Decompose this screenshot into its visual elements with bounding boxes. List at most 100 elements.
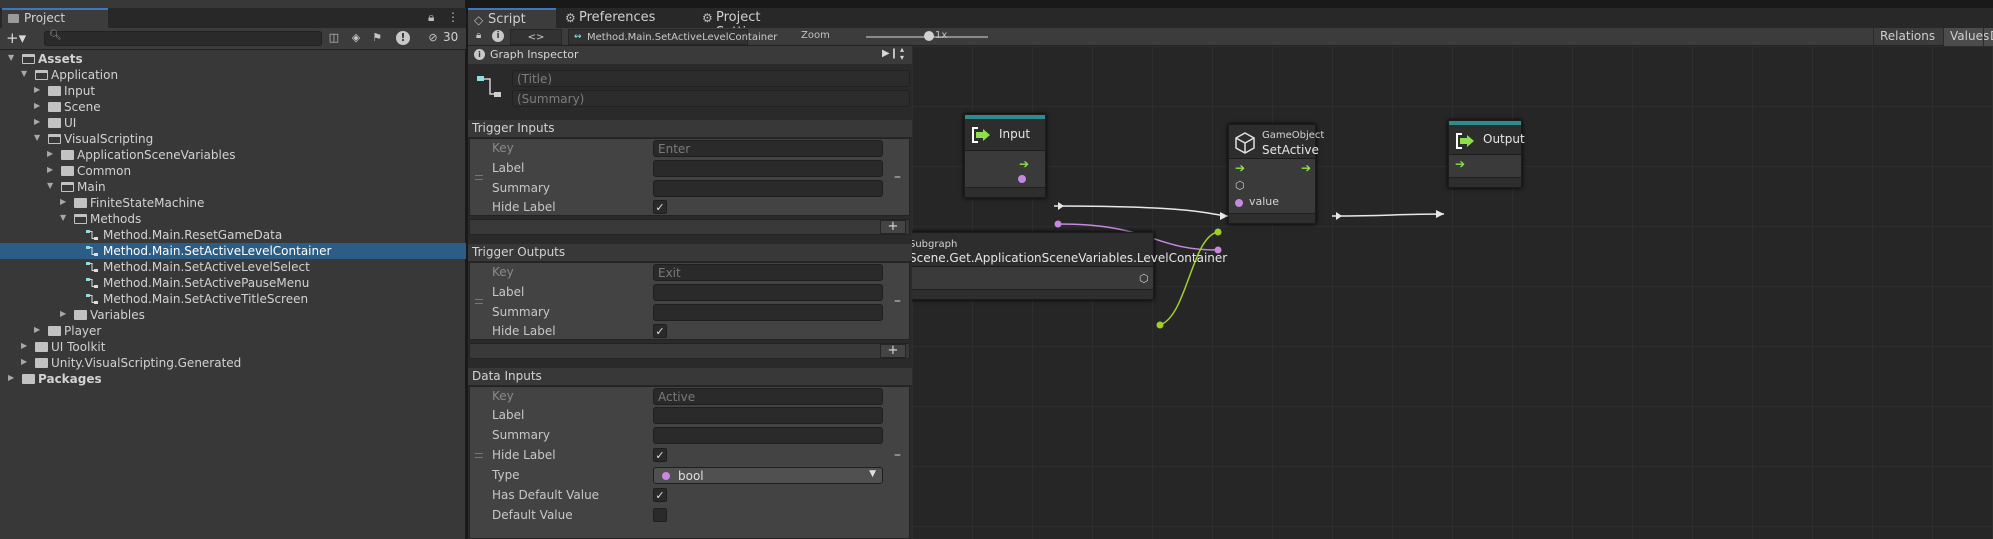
tree-item[interactable]: ▶ FiniteStateMachine: [0, 195, 466, 211]
summary-field[interactable]: [653, 427, 883, 444]
control-input-port-icon[interactable]: ➔: [1455, 157, 1465, 171]
hidden-packages-icon[interactable]: ⊘: [426, 31, 440, 45]
collapsed-arrow-icon[interactable]: ▶: [21, 357, 27, 366]
trigger-outputs-header[interactable]: Trigger Outputs: [468, 244, 912, 262]
expanded-arrow-icon[interactable]: ▼: [8, 53, 14, 62]
info-icon[interactable]: !: [396, 31, 410, 45]
tab-project-settings[interactable]: ⚙Project Settings: [696, 8, 816, 40]
value-output-port[interactable]: [1018, 175, 1026, 183]
inspector-toggle-icon[interactable]: i: [492, 30, 504, 42]
graph-canvas[interactable]: Input ➔ GameObject SetActive ➔ ➔ ⬡ value…: [912, 46, 1993, 539]
tree-item[interactable]: Method.Main.SetActiveLevelSelect: [0, 259, 466, 275]
label-field[interactable]: [653, 284, 883, 301]
create-button[interactable]: +▾: [6, 30, 26, 46]
label-field[interactable]: [653, 160, 883, 177]
subgraph-node[interactable]: Subgraph Scene.Get.ApplicationSceneVaria…: [912, 232, 1227, 300]
tree-item[interactable]: ▶ Variables: [0, 307, 466, 323]
drag-handle-icon[interactable]: [475, 453, 483, 458]
add-trigger-output-button[interactable]: +: [880, 344, 906, 358]
tab-project[interactable]: Project: [2, 8, 108, 28]
tree-item[interactable]: ▶ Player: [0, 323, 466, 339]
collapsed-arrow-icon[interactable]: ▶: [47, 149, 53, 158]
key-field[interactable]: Enter: [653, 140, 883, 157]
tree-item[interactable]: ▼ Main: [0, 179, 466, 195]
collapsed-arrow-icon[interactable]: ▶: [34, 325, 40, 334]
collapsed-arrow-icon[interactable]: ▶: [34, 101, 40, 110]
key-field[interactable]: Active: [653, 388, 883, 405]
filter-by-type-icon[interactable]: ◈: [349, 31, 363, 45]
tree-item[interactable]: ▶ UI Toolkit: [0, 339, 466, 355]
graph-title-field[interactable]: (Title): [512, 70, 910, 87]
remove-item-button[interactable]: –: [894, 169, 901, 185]
expanded-arrow-icon[interactable]: ▼: [60, 213, 66, 222]
tree-item[interactable]: ▼ Assets: [0, 51, 466, 67]
tab-script-graph[interactable]: ◇Script Graph: [468, 8, 556, 42]
collapse-icon[interactable]: ▶❙: [882, 48, 898, 59]
default-value-checkbox[interactable]: [653, 508, 667, 522]
control-output-port-icon[interactable]: ➔: [1301, 161, 1311, 175]
lock-icon[interactable]: 🔒︎: [428, 10, 434, 25]
collapsed-arrow-icon[interactable]: ▶: [21, 341, 27, 350]
more-menu-icon[interactable]: ⋮: [447, 10, 459, 24]
remove-item-button[interactable]: –: [894, 447, 901, 463]
tree-item[interactable]: ▼ Methods: [0, 211, 466, 227]
tree-item[interactable]: ▶ Common: [0, 163, 466, 179]
drag-handle-icon[interactable]: [475, 175, 483, 180]
tree-item[interactable]: ▶ Unity.VisualScripting.Generated: [0, 355, 466, 371]
scroll-arrows-icon[interactable]: ▴ ▾: [900, 46, 904, 62]
collapsed-arrow-icon[interactable]: ▶: [60, 197, 66, 206]
tree-item[interactable]: ▼ VisualScripting: [0, 131, 466, 147]
has-default-value-checkbox[interactable]: ✓: [653, 488, 667, 502]
tab-d[interactable]: D: [1983, 28, 1993, 46]
gameobject-output-port-icon[interactable]: ⬡: [1139, 272, 1149, 285]
expanded-arrow-icon[interactable]: ▼: [47, 181, 53, 190]
hide-label-checkbox[interactable]: ✓: [653, 448, 667, 462]
collapsed-arrow-icon[interactable]: ▶: [34, 85, 40, 94]
tab-preferences[interactable]: ⚙ Preferences: [559, 8, 655, 28]
trigger-inputs-header[interactable]: Trigger Inputs: [468, 120, 912, 138]
output-unit-icon: [1456, 133, 1474, 149]
collapsed-arrow-icon[interactable]: ▶: [60, 309, 66, 318]
tab-relations[interactable]: Relations: [1873, 28, 1941, 46]
collapsed-arrow-icon[interactable]: ▶: [8, 373, 14, 382]
tree-item[interactable]: ▶ Scene: [0, 99, 466, 115]
type-dropdown[interactable]: bool ▼: [653, 467, 883, 484]
add-trigger-input-button[interactable]: +: [880, 220, 906, 234]
overview-button[interactable]: <>: [510, 29, 562, 45]
summary-field[interactable]: [653, 180, 883, 197]
value-input-port[interactable]: [1235, 199, 1243, 207]
input-node[interactable]: Input ➔: [964, 114, 1046, 198]
breadcrumb[interactable]: ↭ Method.Main.SetActiveLevelContainer: [568, 29, 777, 45]
tree-item[interactable]: ▶ Packages: [0, 371, 466, 387]
tree-item[interactable]: Method.Main.ResetGameData: [0, 227, 466, 243]
tree-item[interactable]: ▶ ApplicationSceneVariables: [0, 147, 466, 163]
expanded-arrow-icon[interactable]: ▼: [21, 69, 27, 78]
filter-by-label-icon[interactable]: ⚑: [370, 31, 384, 45]
search-by-scene-icon[interactable]: ◫: [327, 31, 341, 45]
search-input[interactable]: 🔍︎: [44, 30, 322, 46]
tree-item[interactable]: Method.Main.SetActivePauseMenu: [0, 275, 466, 291]
tree-item[interactable]: Method.Main.SetActiveTitleScreen: [0, 291, 466, 307]
label-field[interactable]: [653, 407, 883, 424]
remove-item-button[interactable]: –: [894, 293, 901, 309]
collapsed-arrow-icon[interactable]: ▶: [34, 117, 40, 126]
collapsed-arrow-icon[interactable]: ▶: [47, 165, 53, 174]
tree-item[interactable]: ▶ UI: [0, 115, 466, 131]
tree-item[interactable]: Method.Main.SetActiveLevelContainer: [0, 243, 466, 259]
output-node[interactable]: Output ➔: [1448, 120, 1525, 188]
zoom-slider-handle[interactable]: [924, 31, 934, 41]
lock-icon[interactable]: 🔒︎: [476, 30, 481, 41]
drag-handle-icon[interactable]: [475, 299, 483, 304]
setactive-node[interactable]: GameObject SetActive ➔ ➔ ⬡ value: [1228, 124, 1324, 224]
control-output-port-icon[interactable]: ➔: [1019, 157, 1029, 171]
tree-item[interactable]: ▶ Input: [0, 83, 466, 99]
graph-summary-field[interactable]: (Summary): [512, 90, 910, 107]
data-inputs-header[interactable]: Data Inputs: [468, 368, 912, 386]
expanded-arrow-icon[interactable]: ▼: [34, 133, 40, 142]
summary-field[interactable]: [653, 304, 883, 321]
hide-label-checkbox[interactable]: ✓: [653, 200, 667, 214]
control-input-port-icon[interactable]: ➔: [1235, 161, 1245, 175]
key-field[interactable]: Exit: [653, 264, 883, 281]
tree-item[interactable]: ▼ Application: [0, 67, 466, 83]
hide-label-checkbox[interactable]: ✓: [653, 324, 667, 338]
